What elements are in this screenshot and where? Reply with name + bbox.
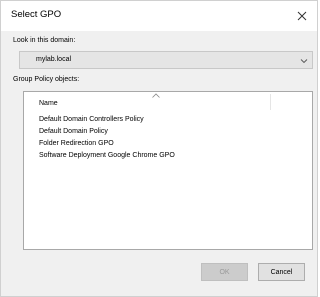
- list-item[interactable]: Software Deployment Google Chrome GPO: [39, 152, 175, 159]
- chevron-down-icon: [300, 59, 308, 64]
- title-bar: Select GPO: [1, 1, 317, 31]
- gpo-listview[interactable]: Name Default Domain Controllers Policy D…: [23, 91, 313, 250]
- domain-selected-value: mylab.local: [36, 56, 72, 63]
- close-icon: [297, 11, 307, 21]
- dialog-title: Select GPO: [11, 9, 62, 20]
- gpo-list-label: Group Policy objects:: [13, 76, 80, 83]
- close-button[interactable]: [291, 5, 313, 27]
- ok-button[interactable]: OK: [201, 263, 248, 281]
- list-header: Name: [24, 92, 312, 113]
- column-divider[interactable]: [270, 94, 271, 110]
- domain-combobox[interactable]: mylab.local: [19, 51, 313, 69]
- select-gpo-dialog: Select GPO Look in this domain: mylab.lo…: [0, 0, 318, 297]
- domain-label: Look in this domain:: [13, 37, 76, 44]
- cancel-button[interactable]: Cancel: [258, 263, 305, 281]
- list-item[interactable]: Default Domain Policy: [39, 128, 108, 135]
- list-item[interactable]: Default Domain Controllers Policy: [39, 116, 144, 123]
- column-header-name[interactable]: Name: [39, 100, 58, 107]
- sort-ascending-icon: [152, 93, 160, 98]
- list-item[interactable]: Folder Redirection GPO: [39, 140, 114, 147]
